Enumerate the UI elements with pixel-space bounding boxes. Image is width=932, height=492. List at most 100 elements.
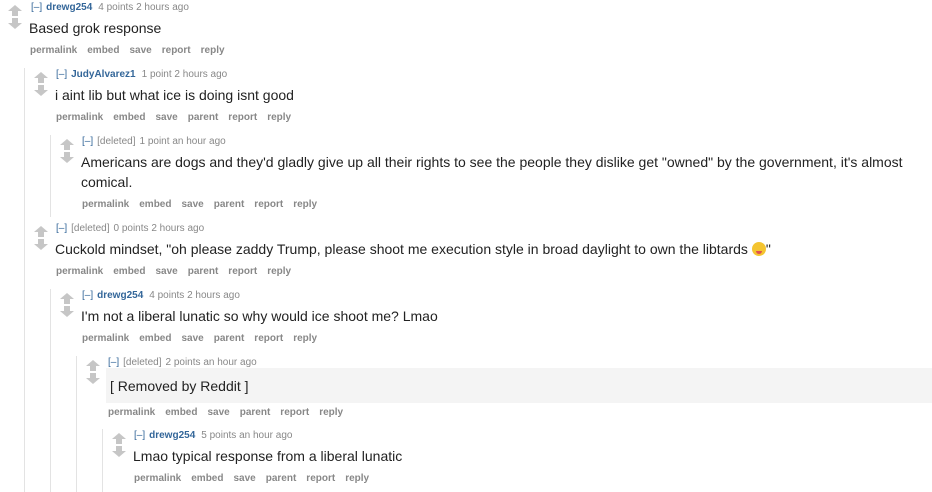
report-link[interactable]: report [228,266,257,277]
permalink-link[interactable]: permalink [134,473,181,484]
comment-actions: permalink embed save report reply [30,45,235,56]
save-link[interactable]: save [233,473,255,484]
permalink-link[interactable]: permalink [56,112,103,123]
upvote-arrow-icon[interactable] [60,293,74,304]
downvote-arrow-icon[interactable] [86,373,100,384]
comment-body: Cuckold mindset, "oh please zaddy Trump,… [55,239,771,259]
downvote-arrow-icon[interactable] [34,85,48,96]
comment-body: Americans are dogs and they'd gladly giv… [81,154,903,190]
save-link[interactable]: save [155,266,177,277]
comment: [–] [deleted] 1 point an hour ago American… [60,134,928,216]
thread-line [50,135,51,217]
report-link[interactable]: report [254,333,283,344]
report-link[interactable]: report [162,45,191,56]
comment-tagline: [–] drewg254 5 points an hour ago [134,430,292,441]
upvote-arrow-icon[interactable] [112,433,126,444]
upvote-arrow-icon[interactable] [86,360,100,371]
collapse-toggle[interactable]: [–] [108,357,119,368]
comment-actions: permalink embed save parent report reply [82,333,327,344]
reply-link[interactable]: reply [267,266,291,277]
comment-actions: permalink embed save parent report reply [82,199,327,210]
comment: [–] drewg254 4 points 2 hours ago Based gr… [8,0,928,62]
comment-body: Lmao typical response from a liberal lun… [133,448,403,464]
comment-points: 5 points [201,430,237,441]
collapse-toggle[interactable]: [–] [134,430,145,441]
parent-link[interactable]: parent [214,333,245,344]
comment-points: 1 point [141,69,172,80]
embed-link[interactable]: embed [139,199,171,210]
reply-link[interactable]: reply [293,333,317,344]
comment-points: 0 points [113,223,149,234]
parent-link[interactable]: parent [266,473,297,484]
comment-author: [deleted] [123,357,162,368]
save-link[interactable]: save [181,199,203,210]
save-link[interactable]: save [155,112,177,123]
comment: [–] [deleted] 0 points 2 hours ago Cuckold… [34,221,928,283]
parent-link[interactable]: parent [214,199,245,210]
comment-time: an hour ago [203,357,257,368]
permalink-link[interactable]: permalink [82,199,129,210]
downvote-arrow-icon[interactable] [8,18,22,29]
save-link[interactable]: save [207,407,229,418]
upvote-arrow-icon[interactable] [8,5,22,16]
downvote-arrow-icon[interactable] [112,446,126,457]
thread-line [76,356,77,492]
reply-link[interactable]: reply [201,45,225,56]
reply-link[interactable]: reply [267,112,291,123]
collapse-toggle[interactable]: [–] [56,223,67,234]
upvote-arrow-icon[interactable] [34,226,48,237]
collapse-toggle[interactable]: [–] [82,136,93,147]
comment-author[interactable]: drewg254 [97,290,143,301]
comment-points: 4 points [98,2,134,13]
downvote-arrow-icon[interactable] [34,239,48,250]
comment-time: 2 hours ago [136,2,189,13]
embed-link[interactable]: embed [139,333,171,344]
comment-author[interactable]: drewg254 [46,2,92,13]
comment-actions: permalink embed save parent report reply [56,112,301,123]
upvote-arrow-icon[interactable] [34,72,48,83]
collapse-toggle[interactable]: [–] [31,2,42,13]
thread-line [50,289,51,492]
downvote-arrow-icon[interactable] [60,306,74,317]
removed-comment-body: [ Removed by Reddit ] [106,368,932,403]
comment-points: 2 points [165,357,201,368]
comment-author[interactable]: JudyAlvarez1 [71,69,135,80]
comment-points: 1 point [139,136,170,147]
embed-link[interactable]: embed [191,473,223,484]
embed-link[interactable]: embed [113,266,145,277]
report-link[interactable]: report [228,112,257,123]
comment-body: I'm not a liberal lunatic so why would i… [81,308,438,324]
report-link[interactable]: report [306,473,335,484]
embed-link[interactable]: embed [113,112,145,123]
comment-tagline: [–] [deleted] 1 point an hour ago [82,136,226,147]
report-link[interactable]: report [280,407,309,418]
permalink-link[interactable]: permalink [82,333,129,344]
comment: [–] [deleted] 2 points an hour ago [ Remov… [86,355,932,418]
reply-link[interactable]: reply [293,199,317,210]
save-link[interactable]: save [129,45,151,56]
zany-face-emoji-icon [751,242,766,256]
parent-link[interactable]: parent [240,407,271,418]
comment-points: 4 points [149,290,185,301]
comment-author: [deleted] [71,223,110,234]
collapse-toggle[interactable]: [–] [82,290,93,301]
permalink-link[interactable]: permalink [56,266,103,277]
reply-link[interactable]: reply [345,473,369,484]
reply-link[interactable]: reply [319,407,343,418]
parent-link[interactable]: parent [188,112,219,123]
save-link[interactable]: save [181,333,203,344]
comment: [–] JudyAlvarez1 1 point 2 hours ago i ain… [34,67,928,129]
collapse-toggle[interactable]: [–] [56,69,67,80]
embed-link[interactable]: embed [87,45,119,56]
thread-line [102,429,103,492]
comment-actions: permalink embed save parent report reply [56,266,301,277]
comment-tagline: [–] drewg254 4 points 2 hours ago [82,290,240,301]
comment-author[interactable]: drewg254 [149,430,195,441]
downvote-arrow-icon[interactable] [60,152,74,163]
embed-link[interactable]: embed [165,407,197,418]
parent-link[interactable]: parent [188,266,219,277]
report-link[interactable]: report [254,199,283,210]
permalink-link[interactable]: permalink [30,45,77,56]
permalink-link[interactable]: permalink [108,407,155,418]
upvote-arrow-icon[interactable] [60,139,74,150]
